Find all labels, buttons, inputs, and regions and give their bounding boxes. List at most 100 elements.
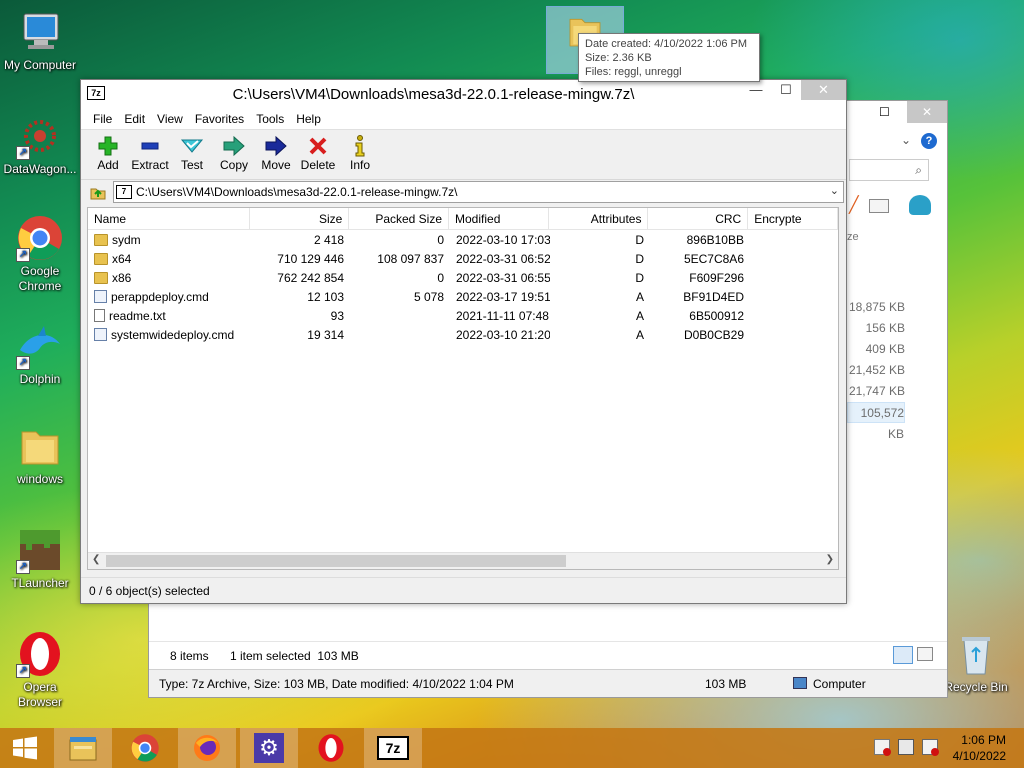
- explorer-size-cell-selected[interactable]: 105,572 KB: [847, 402, 905, 441]
- file-crc: 5EC7C8A6: [683, 251, 744, 266]
- maximize-button[interactable]: ☐: [771, 80, 801, 100]
- menu-view[interactable]: View: [151, 112, 189, 126]
- text-file-icon: [94, 309, 105, 322]
- details-location: Computer: [813, 677, 866, 691]
- explorer-toolbar-icons: ╱: [849, 193, 949, 223]
- desktop-icon-windows-folder[interactable]: windows: [0, 422, 80, 487]
- desktop-icon-tlauncher[interactable]: ↗ TLauncher: [0, 526, 80, 591]
- taskbar-7zip[interactable]: 7z: [364, 728, 422, 768]
- menu-favorites[interactable]: Favorites: [189, 112, 250, 126]
- menu-help[interactable]: Help: [290, 112, 327, 126]
- file-row[interactable]: x86 762 242 854 0 2022-03-31 06:55 D F60…: [88, 268, 838, 287]
- scroll-left-icon[interactable]: ❮: [92, 554, 100, 565]
- file-packed-size: 108 097 837: [377, 251, 444, 266]
- desktop-icon-dolphin[interactable]: ↗ Dolphin: [0, 322, 80, 387]
- file-list: Name Size Packed Size Modified Attribute…: [87, 207, 839, 570]
- file-crc: 896B10BB: [686, 232, 744, 247]
- details-view-icon[interactable]: [893, 646, 913, 664]
- cmd-file-icon: [94, 328, 107, 341]
- scrollbar-thumb[interactable]: [106, 555, 566, 567]
- pen-icon[interactable]: ╱: [849, 195, 859, 215]
- volume-muted-icon[interactable]: [922, 739, 939, 756]
- action-center-flag-icon[interactable]: [874, 739, 891, 756]
- shell-icon[interactable]: [909, 195, 931, 215]
- taskbar-settings[interactable]: ⚙: [240, 728, 298, 768]
- desktop-icon-my-computer[interactable]: My Computer: [0, 8, 80, 73]
- column-name[interactable]: Name: [88, 208, 250, 229]
- column-size[interactable]: Size: [250, 208, 350, 229]
- shortcut-arrow-icon: ↗: [16, 664, 30, 678]
- tiles-view-icon[interactable]: [917, 647, 933, 661]
- file-row[interactable]: perappdeploy.cmd 12 103 5 078 2022-03-17…: [88, 287, 838, 306]
- file-row[interactable]: sydm 2 418 0 2022-03-10 17:03 D 896B10BB: [88, 230, 838, 249]
- horizontal-scrollbar[interactable]: ❮ ❯: [88, 552, 838, 569]
- file-row[interactable]: systemwidedeploy.cmd 19 314 2022-03-10 2…: [88, 325, 838, 344]
- move-arrow-icon: [255, 134, 297, 158]
- explorer-search-box[interactable]: ⌕: [849, 159, 929, 181]
- column-attributes[interactable]: Attributes: [549, 208, 649, 229]
- chevron-down-icon[interactable]: ⌄: [830, 184, 839, 197]
- desktop-icon-google-chrome[interactable]: ↗ Google Chrome: [0, 214, 80, 294]
- extract-button[interactable]: Extract: [129, 130, 171, 179]
- column-crc[interactable]: CRC: [648, 208, 749, 229]
- cmd-file-icon: [94, 290, 107, 303]
- desktop-icon-label: TLauncher: [11, 576, 69, 590]
- add-button[interactable]: Add: [87, 130, 129, 179]
- 7zip-window[interactable]: 7z C:\Users\VM4\Downloads\mesa3d-22.0.1-…: [80, 79, 847, 604]
- clock[interactable]: 1:06 PM 4/10/2022: [953, 732, 1006, 764]
- taskbar: ⚙ 7z 1:06 PM 4/10/2022: [0, 728, 1024, 768]
- card-icon[interactable]: [869, 199, 889, 213]
- up-folder-icon[interactable]: [89, 183, 107, 201]
- file-attributes: A: [635, 308, 644, 323]
- desktop-icon-opera[interactable]: ↗ Opera Browser: [0, 630, 80, 710]
- network-icon[interactable]: [898, 739, 914, 755]
- status-bar: 0 / 6 object(s) selected: [81, 577, 846, 603]
- file-size: 710 129 446: [277, 251, 344, 266]
- address-row: 7 C:\Users\VM4\Downloads\mesa3d-22.0.1-r…: [81, 180, 846, 204]
- file-modified: 2022-03-10 17:03: [456, 232, 550, 247]
- 7zip-titlebar[interactable]: 7z C:\Users\VM4\Downloads\mesa3d-22.0.1-…: [81, 80, 846, 108]
- file-size: 2 418: [313, 232, 344, 247]
- column-modified[interactable]: Modified: [449, 208, 549, 229]
- file-attributes: A: [635, 289, 644, 304]
- desktop-icon-recycle-bin[interactable]: Recycle Bin: [936, 630, 1016, 695]
- help-icon[interactable]: ?: [921, 133, 937, 149]
- delete-button[interactable]: Delete: [297, 130, 339, 179]
- start-button[interactable]: [0, 728, 50, 768]
- move-button[interactable]: Move: [255, 130, 297, 179]
- menu-tools[interactable]: Tools: [250, 112, 290, 126]
- file-size: 19 314: [307, 327, 344, 342]
- copy-arrow-icon: [213, 134, 255, 158]
- desktop-icon-label: My Computer: [3, 58, 77, 72]
- menu-bar: File Edit View Favorites Tools Help: [81, 108, 846, 130]
- column-encrypted[interactable]: Encrypte: [748, 208, 838, 229]
- file-name: systemwidedeploy.cmd: [111, 327, 235, 342]
- desktop-icon-datawagon[interactable]: ↗ DataWagon...: [0, 112, 80, 177]
- minimize-button[interactable]: —: [741, 80, 771, 100]
- address-bar[interactable]: 7 C:\Users\VM4\Downloads\mesa3d-22.0.1-r…: [113, 181, 844, 203]
- selection-status: 0 / 6 object(s) selected: [89, 584, 210, 598]
- taskbar-file-explorer[interactable]: [54, 728, 112, 768]
- close-button[interactable]: ✕: [801, 80, 846, 100]
- chevron-down-icon[interactable]: ⌄: [901, 133, 911, 147]
- taskbar-firefox[interactable]: [178, 728, 236, 768]
- test-button[interactable]: Test: [171, 130, 213, 179]
- scroll-right-icon[interactable]: ❯: [826, 554, 834, 565]
- menu-edit[interactable]: Edit: [118, 112, 151, 126]
- menu-file[interactable]: File: [87, 112, 118, 126]
- shortcut-arrow-icon: ↗: [16, 560, 30, 574]
- file-packed-size: 0: [437, 232, 444, 247]
- explorer-size-cell: 18,875 KB: [848, 300, 905, 314]
- taskbar-opera[interactable]: [302, 728, 360, 768]
- file-packed-size: 5 078: [413, 289, 444, 304]
- maximize-icon[interactable]: ☐: [879, 105, 890, 119]
- column-packed-size[interactable]: Packed Size: [349, 208, 450, 229]
- copy-button[interactable]: Copy: [213, 130, 255, 179]
- search-icon: ⌕: [915, 163, 922, 177]
- close-icon[interactable]: ✕: [907, 101, 947, 123]
- file-row[interactable]: readme.txt 93 2021-11-11 07:48 A 6B50091…: [88, 306, 838, 325]
- file-row[interactable]: x64 710 129 446 108 097 837 2022-03-31 0…: [88, 249, 838, 268]
- info-button[interactable]: Info: [339, 130, 381, 179]
- desktop-icon-label: Google Chrome: [18, 264, 62, 293]
- taskbar-chrome[interactable]: [116, 728, 174, 768]
